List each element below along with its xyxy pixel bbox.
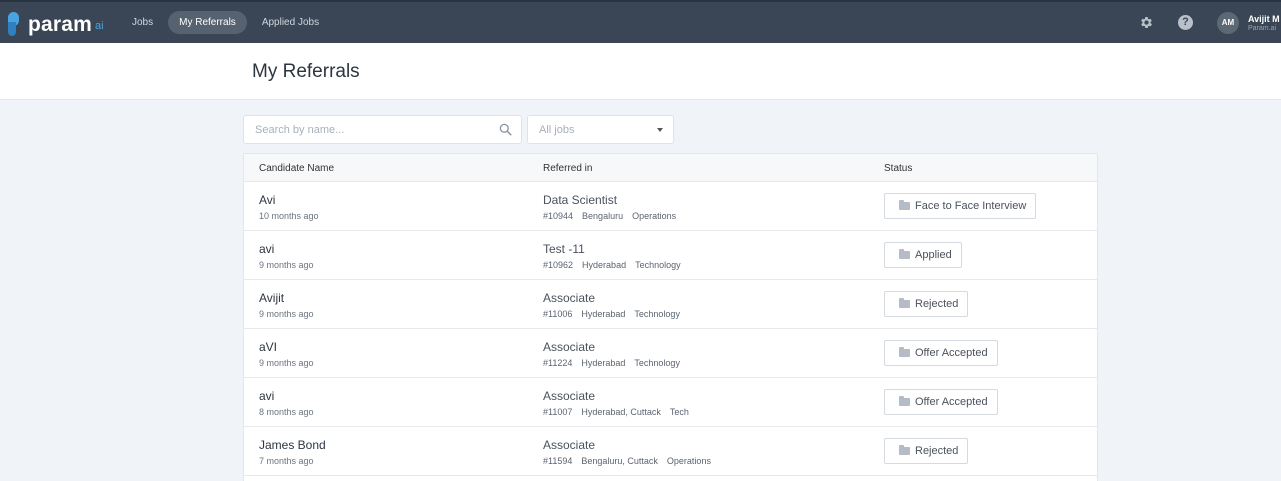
search-placeholder: Search by name... [255,124,345,136]
job-department: Technology [635,260,681,270]
job-title[interactable]: Associate [543,340,595,354]
status-label: Rejected [915,445,959,457]
status-button[interactable]: Rejected [884,438,969,464]
job-title[interactable]: Data Scientist [543,193,617,207]
folder-icon [899,200,910,210]
job-location: Bengaluru [582,211,624,221]
job-meta: #11594 Bengaluru, Cuttack Operations [543,456,720,466]
folder-icon [899,396,910,406]
column-status: Status [884,163,913,174]
top-navbar: param ai Jobs My Referrals Applied Jobs … [0,0,1281,43]
referral-time: 9 months ago [259,358,314,368]
folder-icon [899,445,910,455]
column-referred-in: Referred in [543,163,593,174]
candidate-name[interactable]: James Bond [259,438,326,452]
table-row[interactable]: Avi 10 months ago Data Scientist #10944 … [244,182,1097,231]
status-button[interactable]: Offer Accepted [884,389,998,415]
nav-item-jobs[interactable]: Jobs [121,11,164,34]
search-input[interactable]: Search by name... [243,115,522,144]
page-header: My Referrals [0,43,1281,100]
status-label: Rejected [915,298,959,310]
param-logo[interactable]: param ai [8,11,104,37]
job-location: Hyderabad, Cuttack [581,407,661,417]
search-icon[interactable] [499,123,512,136]
gear-icon[interactable] [1139,15,1154,30]
user-name: Avijit M [1248,13,1280,24]
status-label: Applied [915,249,952,261]
job-location: Hyderabad [582,260,627,270]
job-id: #10944 [543,211,574,221]
logo-suffix: ai [95,20,104,32]
job-department: Technology [634,358,680,368]
job-meta: #10944 Bengaluru Operations [543,211,685,221]
job-location: Bengaluru, Cuttack [581,456,658,466]
table-row[interactable]: avi 8 months ago Associate #11007 Hydera… [244,378,1097,427]
job-id: #11007 [543,407,573,417]
job-meta: #11006 Hyderabad Technology [543,309,689,319]
avatar[interactable]: AM [1217,11,1239,34]
job-location: Hyderabad [581,358,626,368]
param-logo-mark-icon [8,12,22,36]
logo-text: param [28,12,93,36]
candidate-name[interactable]: aVI [259,340,277,354]
job-meta: #10962 Hyderabad Technology [543,260,690,270]
table-row[interactable]: aVI 9 months ago Associate #11224 Hydera… [244,329,1097,378]
status-button[interactable]: Face to Face Interview [884,193,1037,219]
job-title[interactable]: Associate [543,291,595,305]
job-title[interactable]: Test -11 [543,242,585,256]
status-label: Face to Face Interview [915,200,1027,212]
caret-down-icon [657,128,663,132]
column-candidate-name: Candidate Name [259,163,335,174]
folder-icon [899,298,910,308]
job-meta: #11007 Hyderabad, Cuttack Tech [543,407,698,417]
job-id: #11006 [543,309,573,319]
referral-time: 10 months ago [259,211,319,221]
help-icon: ? [1178,15,1193,30]
status-button[interactable]: Applied [884,242,962,268]
job-department: Operations [632,211,677,221]
job-title[interactable]: Associate [543,438,595,452]
status-label: Offer Accepted [915,347,988,359]
job-department: Operations [666,456,711,466]
candidate-name[interactable]: Avijit [259,291,284,305]
user-org: Param.ai [1248,24,1277,32]
job-location: Hyderabad [581,309,626,319]
folder-icon [899,347,910,357]
table-header: Candidate Name Referred in Status [244,154,1097,182]
referrals-table: Candidate Name Referred in Status Avi 10… [243,153,1098,481]
table-row[interactable]: James Bond 7 months ago Associate #11594… [244,427,1097,476]
jobs-filter-select[interactable]: All jobs [527,115,674,144]
nav-item-my-referrals[interactable]: My Referrals [168,11,247,34]
job-department: Technology [634,309,680,319]
job-meta: #11224 Hyderabad Technology [543,358,689,368]
candidate-name[interactable]: avi [259,242,274,256]
referral-time: 7 months ago [259,456,314,466]
help-button[interactable]: ? [1178,15,1193,30]
status-label: Offer Accepted [915,396,988,408]
candidate-name[interactable]: Avi [259,193,275,207]
job-id: #11224 [543,358,573,368]
referral-time: 9 months ago [259,309,314,319]
referral-time: 8 months ago [259,407,314,417]
candidate-name[interactable]: avi [259,389,274,403]
job-id: #11594 [543,456,573,466]
table-row[interactable]: avi 9 months ago Test -11 #10962 Hyderab… [244,231,1097,280]
gear-icon-svg [1141,17,1152,28]
folder-icon [899,249,910,259]
page-title: My Referrals [252,61,360,82]
table-row[interactable]: Avijit 9 months ago Associate #11006 Hyd… [244,280,1097,329]
main-nav: Jobs My Referrals Applied Jobs [121,11,334,34]
user-menu[interactable]: Avijit M Param.ai [1248,14,1281,32]
job-department: Tech [669,407,689,417]
status-button[interactable]: Offer Accepted [884,340,998,366]
navbar-right: ? AM Avijit M Param.ai [1139,2,1281,43]
status-button[interactable]: Rejected [884,291,969,317]
job-id: #10962 [543,260,574,270]
referral-time: 9 months ago [259,260,314,270]
nav-item-applied-jobs[interactable]: Applied Jobs [251,11,330,34]
job-title[interactable]: Associate [543,389,595,403]
jobs-filter-value: All jobs [539,124,575,136]
